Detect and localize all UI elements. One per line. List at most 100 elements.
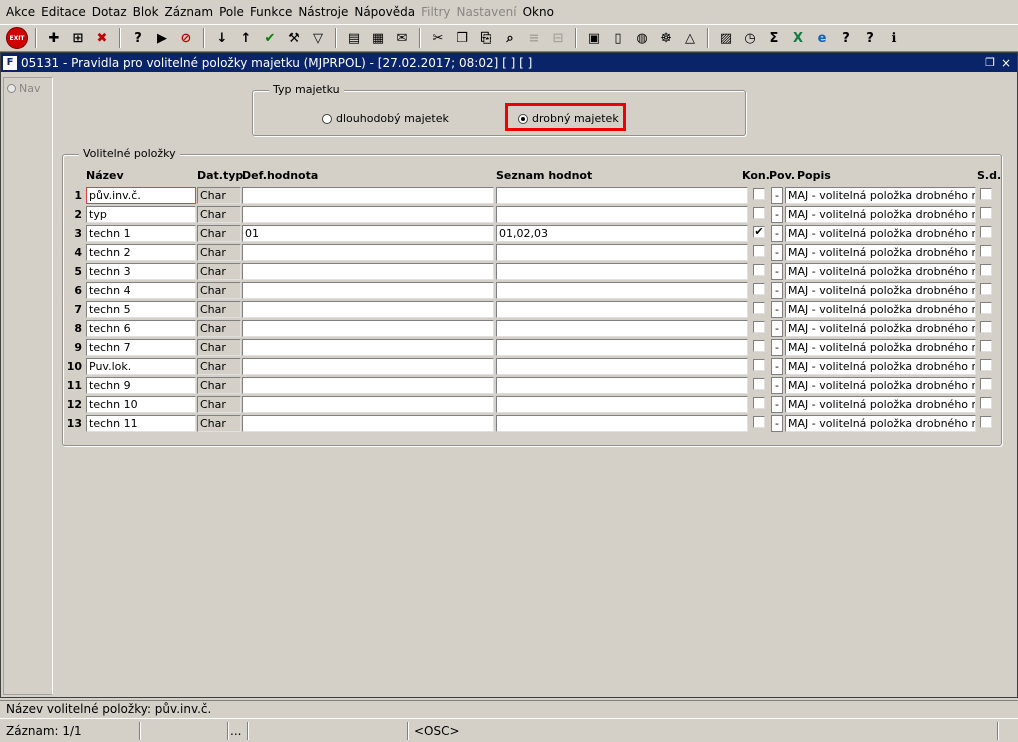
- kon-checkbox[interactable]: [753, 397, 765, 409]
- menu-nastroje[interactable]: Nástroje: [296, 5, 352, 19]
- pov-field[interactable]: -: [771, 358, 783, 375]
- excel-icon[interactable]: X: [788, 28, 808, 48]
- seznam-hodnot-field[interactable]: [496, 301, 748, 318]
- pov-field[interactable]: -: [771, 244, 783, 261]
- kon-checkbox[interactable]: [753, 188, 765, 200]
- popis-field[interactable]: MAJ - volitelná položka drobného majetku: [785, 339, 976, 356]
- menu-zaznam[interactable]: Záznam: [163, 5, 218, 19]
- kon-checkbox[interactable]: [753, 359, 765, 371]
- globe-icon[interactable]: ◍: [632, 28, 652, 48]
- sd-checkbox[interactable]: [980, 207, 992, 219]
- popis-field[interactable]: MAJ - volitelná položka drobného majetku: [785, 320, 976, 337]
- grid-disabled-icon[interactable]: ⊟: [548, 28, 568, 48]
- nazev-field[interactable]: techn 6: [86, 320, 196, 337]
- seznam-hodnot-field[interactable]: [496, 415, 748, 432]
- pov-field[interactable]: -: [771, 263, 783, 280]
- pov-field[interactable]: -: [771, 206, 783, 223]
- defhodnota-field[interactable]: [242, 282, 494, 299]
- popis-field[interactable]: MAJ - volitelná položka drobného majetku: [785, 282, 976, 299]
- copy-icon[interactable]: ❐: [452, 28, 472, 48]
- nav-item[interactable]: Nav: [4, 78, 52, 99]
- dattyp-field[interactable]: Char: [197, 225, 241, 242]
- popis-field[interactable]: MAJ - volitelná položka drobného majetku: [785, 187, 976, 204]
- kon-checkbox[interactable]: [753, 207, 765, 219]
- document-icon[interactable]: ▯: [608, 28, 628, 48]
- dattyp-field[interactable]: Char: [197, 244, 241, 261]
- sd-checkbox[interactable]: [980, 188, 992, 200]
- helm-icon[interactable]: ☸: [656, 28, 676, 48]
- nazev-field[interactable]: techn 10: [86, 396, 196, 413]
- seznam-hodnot-field[interactable]: [496, 339, 748, 356]
- seznam-hodnot-field[interactable]: 01,02,03: [496, 225, 748, 242]
- popis-field[interactable]: MAJ - volitelná položka drobného majetku: [785, 301, 976, 318]
- dattyp-field[interactable]: Char: [197, 396, 241, 413]
- popis-field[interactable]: MAJ - volitelná položka drobného majetku: [785, 358, 976, 375]
- add-record-icon[interactable]: ✚: [44, 28, 64, 48]
- menu-nastaveni[interactable]: Nastavení: [455, 5, 521, 19]
- sd-checkbox[interactable]: [980, 321, 992, 333]
- pov-field[interactable]: -: [771, 377, 783, 394]
- defhodnota-field[interactable]: 01: [242, 225, 494, 242]
- seznam-hodnot-field[interactable]: [496, 282, 748, 299]
- clipboard-icon[interactable]: ▣: [584, 28, 604, 48]
- popis-field[interactable]: MAJ - volitelná položka drobného majetku: [785, 415, 976, 432]
- defhodnota-field[interactable]: [242, 244, 494, 261]
- kon-checkbox[interactable]: [753, 378, 765, 390]
- seznam-hodnot-field[interactable]: [496, 244, 748, 261]
- seznam-hodnot-field[interactable]: [496, 320, 748, 337]
- radio-dlouhodoby[interactable]: dlouhodobý majetek: [322, 112, 449, 125]
- kon-checkbox[interactable]: ✔: [753, 226, 765, 238]
- wrench-icon[interactable]: ⚒: [284, 28, 304, 48]
- menu-pole[interactable]: Pole: [217, 5, 248, 19]
- pov-field[interactable]: -: [771, 187, 783, 204]
- query-execute-icon[interactable]: ▶: [152, 28, 172, 48]
- exit-icon[interactable]: EXIT: [6, 27, 28, 49]
- dattyp-field[interactable]: Char: [197, 415, 241, 432]
- pov-field[interactable]: -: [771, 301, 783, 318]
- defhodnota-field[interactable]: [242, 320, 494, 337]
- sort-desc-icon[interactable]: ↑: [236, 28, 256, 48]
- defhodnota-field[interactable]: [242, 339, 494, 356]
- dattyp-field[interactable]: Char: [197, 187, 241, 204]
- seznam-hodnot-field[interactable]: [496, 358, 748, 375]
- nazev-field[interactable]: techn 4: [86, 282, 196, 299]
- kon-checkbox[interactable]: [753, 283, 765, 295]
- kon-checkbox[interactable]: [753, 302, 765, 314]
- sigma-icon[interactable]: Σ: [764, 28, 784, 48]
- ie-icon[interactable]: e: [812, 28, 832, 48]
- menu-blok[interactable]: Blok: [131, 5, 163, 19]
- nazev-field[interactable]: techn 11: [86, 415, 196, 432]
- menu-dotaz[interactable]: Dotaz: [90, 5, 131, 19]
- menu-napoveda[interactable]: Nápověda: [352, 5, 419, 19]
- cut-icon[interactable]: ✂: [428, 28, 448, 48]
- sort-asc-icon[interactable]: ↓: [212, 28, 232, 48]
- pov-field[interactable]: -: [771, 396, 783, 413]
- help-question-icon[interactable]: ?: [860, 28, 880, 48]
- menu-editace[interactable]: Editace: [39, 5, 90, 19]
- defhodnota-field[interactable]: [242, 187, 494, 204]
- clock-icon[interactable]: ◷: [740, 28, 760, 48]
- info-icon[interactable]: ℹ: [884, 28, 904, 48]
- defhodnota-field[interactable]: [242, 206, 494, 223]
- menu-funkce[interactable]: Funkce: [248, 5, 296, 19]
- nazev-field[interactable]: Puv.lok.: [86, 358, 196, 375]
- seznam-hodnot-field[interactable]: [496, 377, 748, 394]
- paste-icon[interactable]: ⎘: [476, 28, 496, 48]
- nazev-field[interactable]: pův.inv.č.: [86, 187, 196, 204]
- mail-icon[interactable]: ✉: [392, 28, 412, 48]
- nazev-field[interactable]: typ: [86, 206, 196, 223]
- nazev-field[interactable]: techn 1: [86, 225, 196, 242]
- popis-field[interactable]: MAJ - volitelná položka drobného majetku: [785, 244, 976, 261]
- nazev-field[interactable]: techn 5: [86, 301, 196, 318]
- defhodnota-field[interactable]: [242, 415, 494, 432]
- list-disabled-icon[interactable]: ≡: [524, 28, 544, 48]
- nazev-field[interactable]: techn 2: [86, 244, 196, 261]
- defhodnota-field[interactable]: [242, 263, 494, 280]
- pov-field[interactable]: -: [771, 320, 783, 337]
- seznam-hodnot-field[interactable]: [496, 396, 748, 413]
- sd-checkbox[interactable]: [980, 264, 992, 276]
- sd-checkbox[interactable]: [980, 416, 992, 428]
- defhodnota-field[interactable]: [242, 377, 494, 394]
- confirm-icon[interactable]: ✔: [260, 28, 280, 48]
- sd-checkbox[interactable]: [980, 378, 992, 390]
